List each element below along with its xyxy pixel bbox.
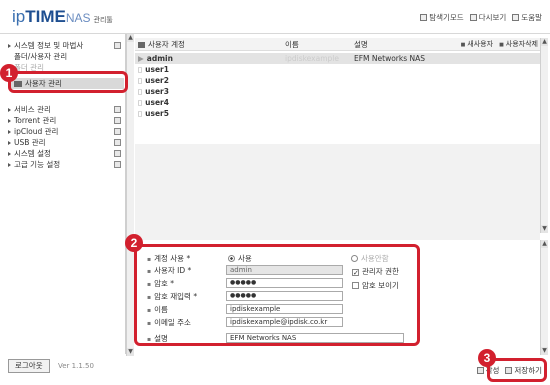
table-row[interactable]: ▯ user2	[135, 75, 540, 86]
sidebar-item-system-info[interactable]: 시스템 정보 및 마법사	[8, 40, 124, 51]
write-icon	[476, 367, 484, 374]
explorer-icon	[420, 14, 428, 21]
user-icon: ▯	[138, 76, 143, 85]
sidebar-item-advanced[interactable]: 고급 기능 설정	[8, 159, 124, 170]
refresh-icon	[469, 14, 477, 21]
arrow-right-icon: ▶	[138, 54, 144, 63]
refresh-link[interactable]: 다시보기	[469, 12, 506, 23]
menu-icon	[114, 139, 121, 146]
scroll-up-icon[interactable]: ▲	[541, 240, 548, 248]
table-row[interactable]: ▯ user3	[135, 86, 540, 97]
form-scrollbar[interactable]: ▲ ▼	[540, 240, 548, 355]
list-actions: 새사용자 사용자삭제	[455, 38, 538, 52]
table-row[interactable]: ▯ user1	[135, 64, 540, 75]
user-icon	[138, 42, 145, 48]
sidebar-item-system-settings[interactable]: 시스템 설정	[8, 148, 124, 159]
table-row[interactable]: ▯ user4	[135, 97, 540, 108]
sidebar-item-ipcloud[interactable]: ipCloud 관리	[8, 126, 124, 137]
arrow-right-icon	[8, 152, 11, 156]
scroll-down-icon[interactable]: ▼	[541, 225, 548, 233]
menu-icon	[114, 106, 121, 113]
logout-button[interactable]: 로그아웃	[8, 359, 50, 373]
user-list-panel: 사용자 계정 이름 설명 새사용자 사용자삭제 ▶admin ipdiskexam…	[135, 34, 550, 264]
arrow-right-icon	[8, 141, 11, 145]
menu-icon	[114, 128, 121, 135]
header-links: 탐색기모드 다시보기 도움말	[420, 12, 542, 23]
sidebar-item-usb[interactable]: USB 관리	[8, 137, 124, 148]
col-account[interactable]: 사용자 계정	[138, 38, 185, 51]
delete-user-button[interactable]: 사용자삭제	[499, 40, 538, 48]
col-name[interactable]: 이름	[285, 38, 299, 51]
callout-box-2	[134, 244, 420, 346]
table-row[interactable]: ▶ admin ipdiskexample EFM Networks NAS	[135, 53, 540, 64]
callout-badge-1: 1	[0, 64, 18, 82]
scroll-up-icon[interactable]: ▲	[127, 34, 134, 42]
callout-badge-2: 2	[125, 234, 143, 252]
user-icon: ▯	[138, 98, 143, 107]
menu-icon	[114, 161, 121, 168]
help-icon	[512, 14, 520, 21]
callout-box-1	[8, 71, 128, 93]
col-desc[interactable]: 설명	[354, 38, 368, 51]
arrow-right-icon	[8, 119, 11, 123]
arrow-right-icon	[8, 163, 11, 167]
callout-box-3	[487, 358, 547, 382]
new-user-button[interactable]: 새사용자	[461, 40, 494, 48]
explorer-mode-link[interactable]: 탐색기모드	[420, 12, 464, 23]
scroll-down-icon[interactable]: ▼	[127, 348, 134, 356]
table-row[interactable]: ▯ user5	[135, 108, 540, 119]
menu-icon	[114, 42, 121, 49]
sidebar-item-folder-user[interactable]: 폴더/사용자 관리	[8, 51, 124, 62]
app-header: ipTIMENAS 관리툴 탐색기모드 다시보기 도움말	[0, 0, 550, 34]
help-link[interactable]: 도움말	[512, 12, 542, 23]
scroll-up-icon[interactable]: ▲	[541, 38, 548, 46]
logo: ipTIMENAS 관리툴	[12, 7, 113, 26]
user-list-header: 사용자 계정 이름 설명 새사용자 사용자삭제	[135, 38, 540, 51]
sidebar-item-torrent[interactable]: Torrent 관리	[8, 115, 124, 126]
user-icon: ▯	[138, 109, 143, 118]
sidebar-item-service[interactable]: 서비스 관리	[8, 104, 124, 115]
scroll-down-icon[interactable]: ▼	[541, 347, 548, 355]
arrow-right-icon	[8, 44, 11, 48]
arrow-right-icon	[8, 130, 11, 134]
user-icon: ▯	[138, 65, 143, 74]
user-icon: ▯	[138, 87, 143, 96]
version-label: Ver 1.1.50	[58, 362, 94, 370]
menu-icon	[114, 150, 121, 157]
arrow-right-icon	[8, 108, 11, 112]
list-scrollbar[interactable]: ▲ ▼	[540, 38, 548, 233]
menu-icon	[114, 117, 121, 124]
callout-badge-3: 3	[478, 349, 496, 367]
